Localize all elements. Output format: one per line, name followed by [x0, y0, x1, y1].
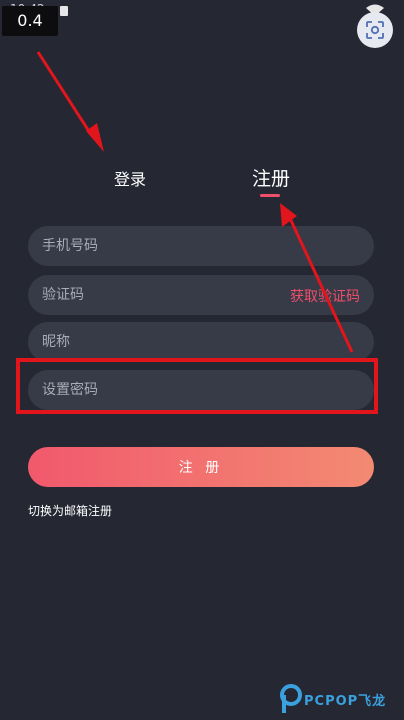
- scan-button[interactable]: [357, 12, 393, 48]
- nickname-field: [28, 322, 374, 362]
- nickname-input[interactable]: [28, 322, 374, 362]
- get-code-button[interactable]: 获取验证码: [290, 286, 360, 306]
- scan-icon: [366, 21, 384, 39]
- overlay-label: 0.4: [2, 6, 58, 36]
- status-notification-icon: [60, 6, 68, 16]
- annotation-highlight-box: [16, 358, 378, 414]
- phone-screen: 10:42 0.4 登录 注册 获取验证码 注 册 切换为邮箱注册: [0, 0, 404, 720]
- pcpop-logo-icon: [280, 684, 302, 713]
- phone-input[interactable]: [28, 226, 374, 266]
- annotation-arrow-icon: [86, 123, 104, 152]
- watermark-text: PCPOP飞龙: [304, 694, 387, 709]
- watermark: PCPOP飞龙: [280, 682, 404, 720]
- tab-login[interactable]: 登录: [104, 166, 156, 190]
- tab-register[interactable]: 注册: [244, 164, 298, 191]
- phone-field: [28, 226, 374, 266]
- register-button[interactable]: 注 册: [28, 447, 374, 487]
- code-field: 获取验证码: [28, 275, 374, 315]
- annotation-arrow-icon: [280, 203, 297, 227]
- tab-active-indicator: [260, 194, 280, 197]
- switch-email-register-link[interactable]: 切换为邮箱注册: [28, 502, 112, 519]
